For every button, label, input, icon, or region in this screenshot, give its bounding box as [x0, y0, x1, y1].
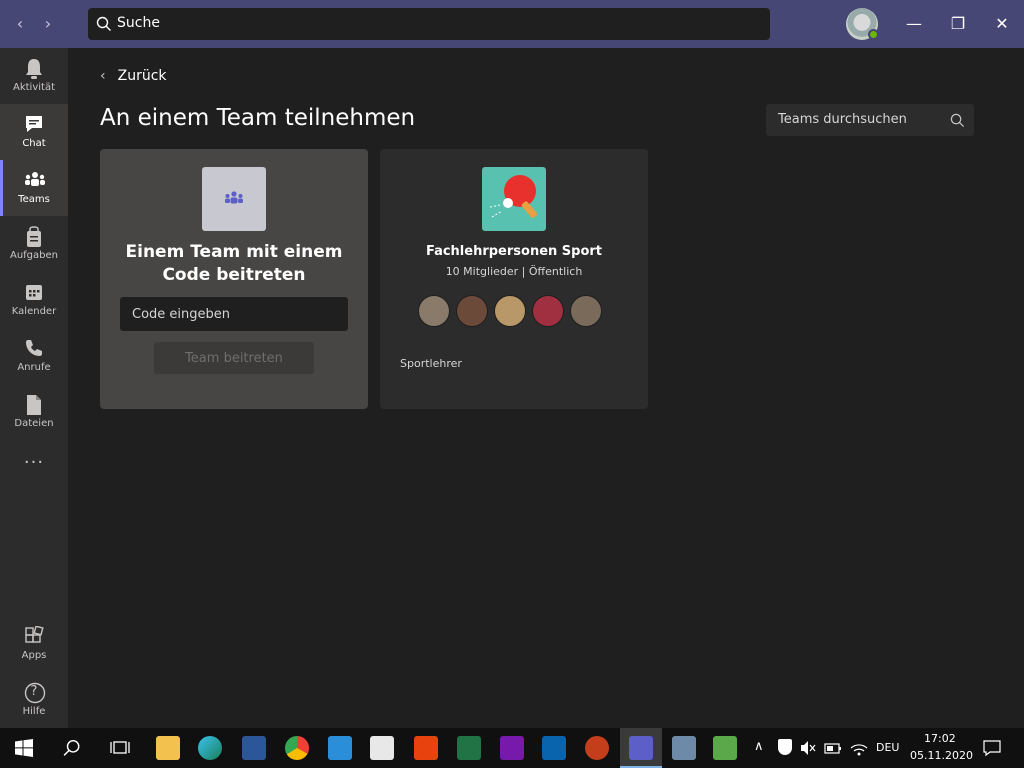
- search-icon[interactable]: [63, 739, 81, 757]
- page-title: An einem Team teilnehmen: [100, 105, 416, 131]
- team-code-input[interactable]: [120, 297, 348, 331]
- file-icon: [27, 395, 41, 415]
- rail-label: Aufgaben: [9, 250, 58, 261]
- tray-overflow-icon[interactable]: ∧: [754, 739, 764, 754]
- maximize-button[interactable]: ❐: [946, 12, 970, 36]
- rail-label: Anrufe: [17, 362, 51, 373]
- avatar: [456, 295, 488, 327]
- title-bar: ‹ › Suche — ❐ ✕: [0, 0, 1024, 48]
- wifi-icon[interactable]: [850, 740, 868, 756]
- teams-icon: [25, 172, 45, 186]
- office-icon[interactable]: [414, 736, 438, 760]
- language-indicator[interactable]: DEU: [876, 741, 899, 754]
- apps-icon: [25, 626, 44, 643]
- outlook-icon[interactable]: [542, 736, 566, 760]
- phone-icon: [26, 340, 42, 356]
- app-rail: Aktivität Chat Teams Aufgaben Kalender A…: [0, 48, 68, 728]
- rail-item-activity[interactable]: Aktivität: [0, 48, 68, 104]
- chrome-icon[interactable]: [285, 736, 309, 760]
- main-content: ‹ Zurück An einem Team teilnehmen Teams d…: [68, 48, 1024, 728]
- rail-label: Dateien: [14, 418, 54, 429]
- calculator-icon[interactable]: [672, 736, 696, 760]
- forward-arrow-icon[interactable]: ›: [38, 14, 58, 34]
- search-icon: [950, 113, 965, 128]
- rail-item-teams[interactable]: Teams: [0, 160, 68, 216]
- avatar: [532, 295, 564, 327]
- search-icon: [96, 16, 111, 31]
- word-icon[interactable]: [242, 736, 266, 760]
- rail-label: Hilfe: [22, 706, 46, 717]
- teams-icon: [225, 191, 243, 204]
- table-tennis-icon: [482, 167, 546, 231]
- team-meta: 10 Mitglieder | Öffentlich: [445, 265, 583, 278]
- team-card[interactable]: Fachlehrpersonen Sport 10 Mitglieder | Ö…: [380, 149, 648, 409]
- taskbar: ∧ DEU 17:02 05.11.2020: [0, 728, 1024, 768]
- rail-item-calls[interactable]: Anrufe: [0, 328, 68, 384]
- notifications-icon[interactable]: [983, 739, 1001, 757]
- windows-start-icon[interactable]: [15, 739, 33, 757]
- join-code-title: Einem Team mit einem Code beitreten: [125, 242, 343, 285]
- team-search-input[interactable]: Teams durchsuchen: [766, 104, 974, 136]
- close-button[interactable]: ✕: [990, 12, 1014, 36]
- calendar-icon: [26, 285, 42, 300]
- game-icon[interactable]: [713, 736, 737, 760]
- teams-taskbar-button[interactable]: [620, 728, 662, 768]
- volume-mute-icon[interactable]: [800, 740, 816, 756]
- rail-label: Aktivität: [13, 82, 55, 93]
- team-name: Fachlehrpersonen Sport: [425, 244, 603, 259]
- rail-item-apps[interactable]: Apps: [0, 616, 68, 672]
- chevron-left-icon: ‹: [100, 68, 106, 84]
- file-explorer-icon[interactable]: [156, 736, 180, 760]
- clock-time[interactable]: 17:02: [924, 732, 956, 745]
- chat-icon: [26, 116, 42, 132]
- onenote-icon[interactable]: [500, 736, 524, 760]
- clock-date[interactable]: 05.11.2020: [910, 749, 973, 762]
- member-avatars: [418, 295, 610, 327]
- help-glyph: ?: [30, 684, 38, 699]
- rail-item-help[interactable]: ? Hilfe: [0, 672, 68, 728]
- battery-icon[interactable]: [824, 740, 842, 756]
- excel-icon[interactable]: [457, 736, 481, 760]
- rail-item-chat[interactable]: Chat: [0, 104, 68, 160]
- avatar: [418, 295, 450, 327]
- rail-more-button[interactable]: ···: [0, 440, 68, 492]
- search-label: Suche: [117, 15, 160, 31]
- task-view-icon[interactable]: [110, 739, 130, 757]
- rail-label: Apps: [21, 650, 47, 661]
- mail-icon[interactable]: [328, 736, 352, 760]
- rail-item-files[interactable]: Dateien: [0, 384, 68, 440]
- powerpoint-icon[interactable]: [585, 736, 609, 760]
- presence-available-icon: [868, 29, 879, 40]
- rail-item-tasks[interactable]: Aufgaben: [0, 216, 68, 272]
- team-search-placeholder: Teams durchsuchen: [778, 112, 907, 127]
- tasks-icon: [27, 226, 41, 247]
- team-code-image: [202, 167, 266, 231]
- security-shield-icon[interactable]: [778, 739, 792, 755]
- teams-icon: [629, 736, 653, 760]
- back-arrow-icon[interactable]: ‹: [10, 14, 30, 34]
- rail-item-calendar[interactable]: Kalender: [0, 272, 68, 328]
- rail-label: Teams: [18, 194, 50, 205]
- avatar: [494, 295, 526, 327]
- back-link[interactable]: ‹ Zurück: [100, 68, 167, 84]
- join-team-button[interactable]: Team beitreten: [154, 342, 314, 374]
- team-description: Sportlehrer: [400, 357, 462, 370]
- edge-icon[interactable]: [198, 736, 222, 760]
- join-with-code-card: Einem Team mit einem Code beitreten Team…: [100, 149, 368, 409]
- back-label: Zurück: [117, 68, 167, 84]
- rail-label: Kalender: [11, 306, 57, 317]
- search-bar[interactable]: Suche: [88, 8, 770, 40]
- bell-icon: [26, 59, 42, 79]
- minimize-button[interactable]: —: [902, 12, 926, 36]
- avatar: [570, 295, 602, 327]
- rail-label: Chat: [22, 138, 46, 149]
- store-icon[interactable]: [370, 736, 394, 760]
- more-icon: ···: [23, 452, 45, 473]
